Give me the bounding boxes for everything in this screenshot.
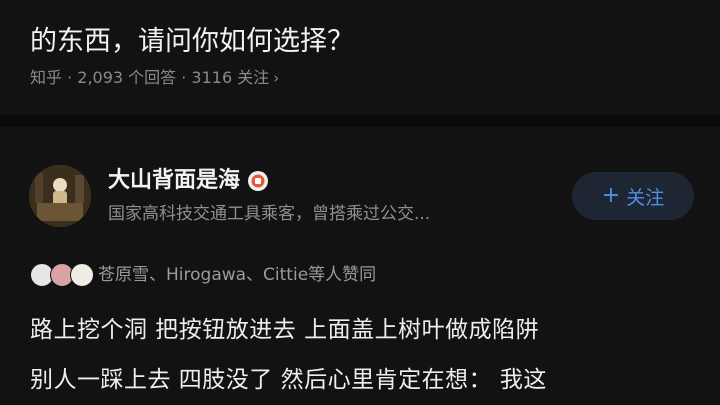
question-title-clipped-line: [30, 0, 710, 22]
question-title-line: 的东西，请问你如何选择？: [30, 26, 354, 57]
avatar-image: [29, 165, 91, 227]
question-title[interactable]: 的东西，请问你如何选择？: [30, 0, 710, 62]
answer-line[interactable]: 路上挖个洞 把按钮放进去 上面盖上树叶做成陷阱: [30, 312, 720, 348]
chevron-right-icon: ›: [273, 69, 280, 87]
answer-page: 的东西，请问你如何选择？ 知乎 · 2,093 个回答 · 3116 关注 › 大…: [0, 0, 720, 405]
verified-badge-icon[interactable]: [248, 171, 269, 191]
author-name[interactable]: 大山背面是海: [108, 166, 240, 196]
answer-line[interactable]: 别人一踩上去 四肢没了 然后心里肯定在想： 我这: [30, 362, 720, 398]
voter-avatars: [30, 263, 98, 287]
avatar[interactable]: [29, 165, 91, 227]
author-name-row[interactable]: 大山背面是海: [108, 166, 269, 196]
voter-avatar: [70, 263, 94, 287]
section-divider: [0, 115, 720, 127]
voters-row[interactable]: 苍原雪、Hirogawa、Cittie等人赞同: [30, 262, 376, 288]
follow-label: 关注: [626, 186, 665, 209]
voters-text: 苍原雪、Hirogawa、Cittie等人赞同: [98, 265, 377, 285]
author-bio: 国家高科技交通工具乘客，曾搭乘过公交...: [108, 204, 431, 224]
question-meta[interactable]: 知乎 · 2,093 个回答 · 3116 关注 ›: [30, 66, 279, 90]
badge-glyph: [251, 174, 265, 188]
plus-icon: +: [601, 183, 621, 208]
follow-button[interactable]: + 关注: [572, 172, 694, 220]
question-meta-text: 知乎 · 2,093 个回答 · 3116 关注: [30, 68, 270, 87]
